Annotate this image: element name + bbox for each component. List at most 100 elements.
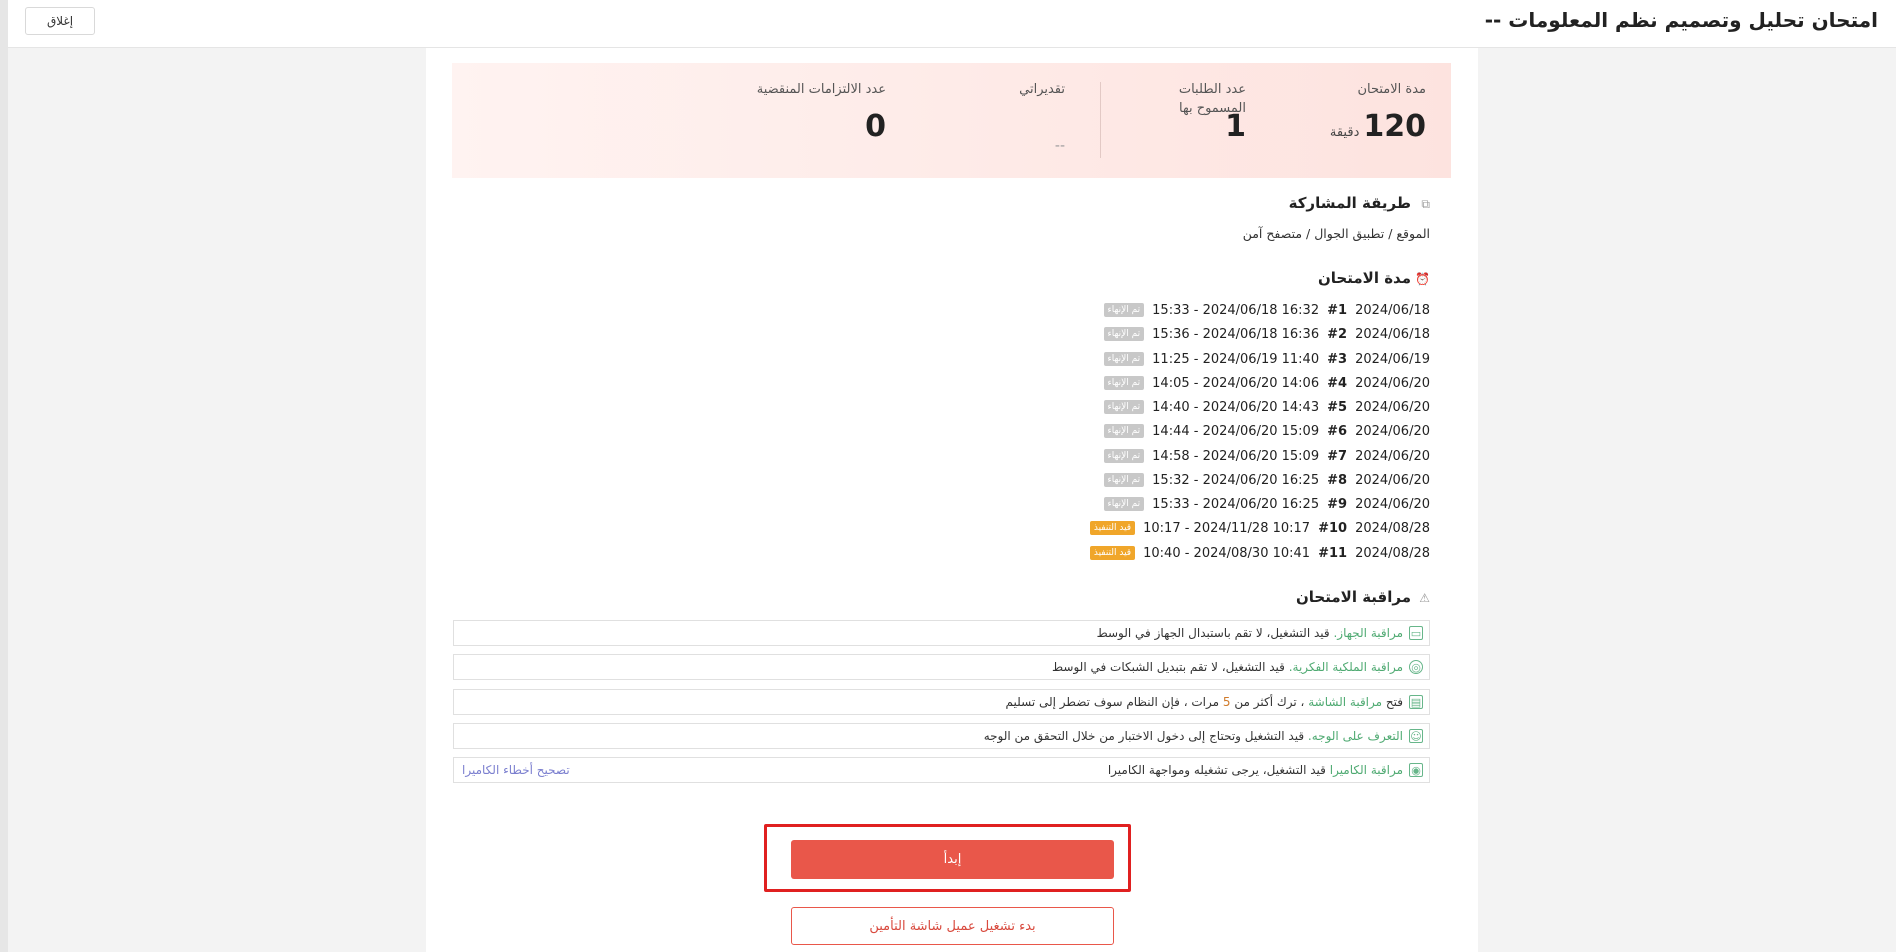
session-range: 15:32 - 2024/06/20 16:25	[1152, 472, 1320, 488]
session-row: 2024/06/20 #8 15:32 - 2024/06/20 16:25 ت…	[1103, 469, 1430, 491]
session-number: #8	[1327, 472, 1348, 488]
ip-monitor-name: مراقبة الملكية الفكرية.	[1288, 660, 1403, 674]
sessions-section-title: ⏰ مدة الامتحان	[1318, 269, 1430, 287]
top-bar: امتحان تحليل وتصميم نظم المعلومات -- إغل…	[8, 0, 1896, 48]
session-row: 2024/06/20 #6 14:44 - 2024/06/20 15:09 ت…	[1103, 420, 1430, 442]
status-badge: تم الإنهاء	[1103, 400, 1145, 414]
ip-icon: ◎	[1409, 660, 1423, 674]
session-number: #10	[1318, 520, 1348, 536]
session-date: 2024/06/20	[1355, 375, 1430, 391]
camera-fix-link[interactable]: تصحيح أخطاء الكاميرا	[462, 763, 570, 777]
screen-monitor-row: ▤ فتح مراقبة الشاشة ، ترك أكثر من 5 مرات…	[453, 689, 1430, 715]
face-monitor-row: ☺ التعرف على الوجه. قيد التشغيل وتحتاج إ…	[453, 723, 1430, 749]
session-number: #6	[1327, 423, 1348, 439]
monitoring-title: مراقبة الامتحان	[1296, 588, 1411, 606]
status-badge: تم الإنهاء	[1103, 473, 1145, 487]
stat-expired: عدد الالتزامات المنقضية 0	[706, 80, 886, 144]
alarm-icon: ⚠	[1419, 590, 1430, 605]
monitoring-section-title: ⚠ مراقبة الامتحان	[1296, 588, 1430, 606]
camera-icon: ◉	[1409, 763, 1423, 777]
session-number: #9	[1327, 496, 1348, 512]
session-row: 2024/08/28 #10 10:17 - 2024/11/28 10:17 …	[1089, 517, 1430, 539]
device-icon: ▭	[1409, 626, 1423, 640]
session-number: #11	[1318, 545, 1348, 561]
status-badge: قيد التنفيذ	[1089, 521, 1136, 535]
status-badge: تم الإنهاء	[1103, 449, 1145, 463]
session-number: #1	[1327, 302, 1348, 318]
session-range: 14:58 - 2024/06/20 15:09	[1152, 448, 1320, 464]
session-row: 2024/06/18 #2 15:36 - 2024/06/18 16:36 ت…	[1103, 323, 1430, 345]
clock-icon: ⏰	[1415, 271, 1430, 286]
session-range: 14:05 - 2024/06/20 14:06	[1152, 375, 1320, 391]
session-row: 2024/06/20 #5 14:40 - 2024/06/20 14:43 ت…	[1103, 396, 1430, 418]
stat-grades-value: --	[1054, 138, 1065, 154]
session-number: #5	[1327, 399, 1348, 415]
session-number: #4	[1327, 375, 1348, 391]
close-button[interactable]: إغلاق	[25, 7, 95, 35]
stat-duration-value: 120	[1363, 109, 1426, 144]
session-range: 15:33 - 2024/06/20 16:25	[1152, 496, 1320, 512]
status-badge: تم الإنهاء	[1103, 497, 1145, 511]
screen-monitor-text1: ، ترك أكثر من	[1234, 695, 1305, 709]
devices-icon: ⧉	[1421, 196, 1430, 211]
camera-monitor-text: قيد التشغيل، يرجى تشغيله ومواجهة الكامير…	[1107, 763, 1326, 777]
session-range: 10:17 - 2024/11/28 10:17	[1143, 520, 1311, 536]
device-monitor-row: ▭ مراقبة الجهاز. قيد التشغيل، لا تقم باس…	[453, 620, 1430, 646]
session-range: 15:33 - 2024/06/18 16:32	[1152, 302, 1320, 318]
session-row: 2024/06/18 #1 15:33 - 2024/06/18 16:32 ت…	[1103, 299, 1430, 321]
stat-grades: تقديراتي --	[965, 80, 1065, 154]
status-badge: تم الإنهاء	[1103, 352, 1145, 366]
stat-duration-label: مدة الامتحان	[1357, 82, 1426, 97]
session-date: 2024/06/20	[1355, 399, 1430, 415]
session-row: 2024/06/20 #9 15:33 - 2024/06/20 16:25 ت…	[1103, 493, 1430, 515]
ip-monitor-text: قيد التشغيل، لا تقم بتبديل الشبكات في ال…	[1052, 660, 1285, 674]
status-badge: قيد التنفيذ	[1089, 546, 1136, 560]
session-date: 2024/06/18	[1355, 326, 1430, 342]
session-row: 2024/06/20 #4 14:05 - 2024/06/20 14:06 ت…	[1103, 372, 1430, 394]
page-title: امتحان تحليل وتصميم نظم المعلومات --	[1484, 8, 1878, 32]
session-date: 2024/06/19	[1355, 351, 1430, 367]
status-badge: تم الإنهاء	[1103, 327, 1145, 341]
screen-monitor-prefix: فتح	[1385, 695, 1403, 709]
session-date: 2024/06/20	[1355, 496, 1430, 512]
session-range: 15:36 - 2024/06/18 16:36	[1152, 326, 1320, 342]
device-monitor-text: قيد التشغيل، لا تقم باستبدال الجهاز في ا…	[1096, 626, 1330, 640]
start-button[interactable]: إبدأ	[791, 840, 1114, 879]
session-date: 2024/06/20	[1355, 423, 1430, 439]
stat-grades-label: تقديراتي	[1019, 82, 1065, 97]
camera-monitor-name: مراقبة الكاميرا	[1329, 763, 1403, 777]
device-monitor-name: مراقبة الجهاز.	[1333, 626, 1403, 640]
screen-icon: ▤	[1409, 695, 1423, 709]
participation-title: طريقة المشاركة	[1288, 194, 1411, 212]
session-range: 14:44 - 2024/06/20 15:09	[1152, 423, 1320, 439]
status-badge: تم الإنهاء	[1103, 303, 1145, 317]
status-badge: تم الإنهاء	[1103, 424, 1145, 438]
sessions-title: مدة الامتحان	[1318, 269, 1411, 287]
session-date: 2024/06/18	[1355, 302, 1430, 318]
session-date: 2024/06/20	[1355, 472, 1430, 488]
session-number: #3	[1327, 351, 1348, 367]
face-monitor-name: التعرف على الوجه.	[1307, 729, 1403, 743]
session-row: 2024/08/28 #11 10:40 - 2024/08/30 10:41 …	[1089, 542, 1430, 564]
stat-allowed-value: 1	[1225, 109, 1246, 144]
session-range: 10:40 - 2024/08/30 10:41	[1143, 545, 1311, 561]
screen-monitor-text2: مرات ، فإن النظام سوف تضطر إلى تسليم	[1005, 695, 1220, 709]
face-monitor-text: قيد التشغيل وتحتاج إلى دخول الاختبار من …	[983, 729, 1305, 743]
stats-divider	[1100, 82, 1101, 158]
stat-duration: مدة الامتحان 120دقيقة	[1286, 80, 1426, 144]
secure-client-button[interactable]: بدء تشغيل عميل شاشة التأمين	[791, 907, 1114, 945]
stat-allowed: عدد الطلبات المسموح بها 1	[1146, 80, 1246, 144]
participation-section-title: ⧉ طريقة المشاركة	[1289, 194, 1430, 212]
screen-monitor-count: 5	[1222, 695, 1231, 709]
face-icon: ☺	[1409, 729, 1423, 743]
session-row: 2024/06/20 #7 14:58 - 2024/06/20 15:09 ت…	[1103, 445, 1430, 467]
session-row: 2024/06/19 #3 11:25 - 2024/06/19 11:40 ت…	[1103, 348, 1430, 370]
camera-monitor-row: ◉ مراقبة الكاميرا قيد التشغيل، يرجى تشغي…	[453, 757, 1430, 783]
session-number: #2	[1327, 326, 1348, 342]
participation-methods: الموقع / تطبيق الجوال / متصفح آمن	[1242, 226, 1430, 241]
status-badge: تم الإنهاء	[1103, 376, 1145, 390]
stat-expired-label: عدد الالتزامات المنقضية	[756, 82, 886, 97]
ip-monitor-row: ◎ مراقبة الملكية الفكرية. قيد التشغيل، ل…	[453, 654, 1430, 680]
session-date: 2024/06/20	[1355, 448, 1430, 464]
session-range: 11:25 - 2024/06/19 11:40	[1152, 351, 1320, 367]
